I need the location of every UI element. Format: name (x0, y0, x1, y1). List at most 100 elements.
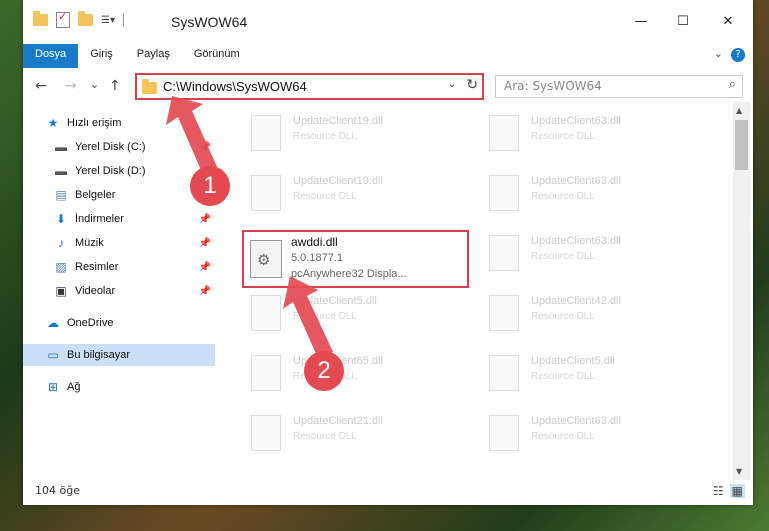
dll-file-icon (489, 235, 519, 271)
scroll-up-icon[interactable]: ▲ (736, 106, 742, 115)
tab-file[interactable]: Dosya (23, 44, 79, 68)
dll-file-icon (251, 175, 281, 211)
list-item[interactable]: UpdateClient19.dll Resource DLL (243, 167, 453, 217)
address-path[interactable]: C:\Windows\SysWOW64 (163, 79, 307, 94)
file-name: UpdateClient5.dll (293, 295, 377, 307)
sidebar-item-documents[interactable]: ▤ Belgeler 📌 (23, 184, 215, 206)
new-folder-icon[interactable] (78, 11, 93, 26)
view-buttons: ☷ ▦ (713, 484, 745, 498)
sidebar-item-downloads[interactable]: ⬇ İndirmeler 📌 (23, 208, 215, 230)
list-item[interactable]: UpdateClient63.dll Resource DLL (481, 407, 691, 457)
videos-icon: ▣ (55, 284, 67, 298)
close-button[interactable]: ✕ (713, 14, 743, 29)
file-description: Resource DLL (531, 251, 595, 262)
sidebar-item-pictures[interactable]: ▨ Resimler 📌 (23, 256, 215, 278)
pin-icon[interactable]: 📌 (199, 142, 211, 153)
sidebar-item-label: OneDrive (67, 317, 114, 329)
list-item[interactable]: UpdateClient5.dll Resource DLL (481, 347, 691, 397)
sidebar-item-network[interactable]: ⊞ Ağ (23, 376, 215, 398)
file-name: UpdateClient42.dll (531, 295, 621, 307)
step-2-badge: 2 (304, 351, 344, 391)
ribbon-tabs: Dosya Giriş Paylaş Görünüm (23, 44, 753, 68)
sidebar-item-disk-c[interactable]: ▬ Yerel Disk (C:) 📌 (23, 136, 215, 158)
sidebar-item-label: Videolar (75, 285, 116, 297)
recent-locations-button[interactable]: ⌄ (90, 78, 99, 91)
maximize-button[interactable]: ☐ (668, 14, 698, 29)
sidebar-item-label: Hızlı erişim (67, 117, 122, 129)
window-title: SysWOW64 (171, 14, 248, 30)
tab-share[interactable]: Paylaş (125, 44, 182, 68)
scroll-down-icon[interactable]: ▼ (736, 467, 742, 476)
search-box[interactable]: Ara: SysWOW64 ⌕ (495, 75, 743, 98)
file-name: UpdateClient19.dll (293, 115, 383, 127)
properties-icon[interactable] (56, 10, 70, 28)
refresh-button[interactable]: ↻ (466, 77, 478, 93)
file-name: UpdateClient21.dll (293, 415, 383, 427)
file-name: awddi.dll (291, 235, 338, 249)
dll-file-icon (489, 355, 519, 391)
sidebar-item-music[interactable]: ♪ Müzik 📌 (23, 232, 215, 254)
dll-file-icon (489, 415, 519, 451)
title-bar: ☰▾ SysWOW64 — ☐ ✕ (23, 0, 753, 44)
file-description: Resource DLL (531, 131, 595, 142)
list-item[interactable]: UpdateClient63.dll Resource DLL (481, 107, 691, 157)
file-description: pcAnywhere32 Displa... (291, 268, 407, 280)
address-dropdown-icon[interactable]: ⌄ (448, 79, 456, 90)
list-item[interactable]: UpdateClient5.dll Resource DLL (243, 287, 453, 337)
list-item[interactable]: UpdateClient65.dll Resource DLL (243, 347, 453, 397)
dll-file-icon (251, 295, 281, 331)
minimize-button[interactable]: — (626, 14, 656, 29)
expand-ribbon-icon[interactable]: ⌄ (714, 47, 723, 60)
tiles-view-icon[interactable]: ▦ (729, 484, 745, 498)
search-input[interactable]: Ara: SysWOW64 (504, 79, 602, 93)
tab-home[interactable]: Giriş (78, 44, 125, 68)
details-view-icon[interactable]: ☷ (713, 484, 724, 498)
list-item[interactable]: UpdateClient42.dll Resource DLL (481, 287, 691, 337)
address-bar[interactable]: C:\Windows\SysWOW64 ⌄ ↻ (135, 73, 484, 100)
file-description: Resource DLL (531, 311, 595, 322)
list-item[interactable]: UpdateClient63.dll Resource DLL (481, 227, 691, 277)
file-description: Resource DLL (293, 131, 357, 142)
dll-file-icon (251, 415, 281, 451)
up-button[interactable]: ↑ (109, 78, 121, 94)
tab-view[interactable]: Görünüm (182, 44, 252, 68)
drive-icon: ▬ (55, 140, 67, 154)
navigation-bar: ← → ⌄ ↑ C:\Windows\SysWOW64 ⌄ ↻ Ara: Sys… (23, 70, 753, 102)
pin-icon[interactable]: 📌 (199, 238, 211, 249)
list-item[interactable]: UpdateClient63.dll Resource DLL (481, 167, 691, 217)
pin-icon[interactable]: 📌 (199, 262, 211, 273)
back-button[interactable]: ← (35, 78, 47, 94)
step-1-badge: 1 (190, 166, 230, 206)
file-name: UpdateClient63.dll (531, 235, 621, 247)
vertical-scrollbar[interactable]: ▲ ▼ (733, 102, 750, 480)
folder-icon[interactable] (33, 11, 48, 26)
sidebar-item-label: Müzik (75, 237, 104, 249)
file-description: Resource DLL (531, 371, 595, 382)
sidebar-item-videos[interactable]: ▣ Videolar 📌 (23, 280, 215, 302)
sidebar-item-quick-access[interactable]: ★ Hızlı erişim (23, 112, 215, 134)
list-item[interactable]: UpdateClient19.dll Resource DLL (243, 107, 453, 157)
file-version: 5.0.1877.1 (291, 252, 343, 264)
file-description: Resource DLL (293, 431, 357, 442)
forward-button[interactable]: → (65, 78, 77, 94)
customize-toolbar-icon[interactable]: ☰▾ (101, 15, 115, 26)
network-icon: ⊞ (47, 380, 59, 394)
help-button[interactable]: ? (731, 48, 745, 62)
scroll-thumb[interactable] (735, 120, 748, 170)
sidebar-item-onedrive[interactable]: ☁ OneDrive (23, 312, 215, 334)
dll-file-icon (489, 295, 519, 331)
item-count: 104 öğe (35, 484, 80, 497)
navigation-pane: ★ Hızlı erişim ▬ Yerel Disk (C:) 📌 ▬ Yer… (23, 108, 215, 468)
sidebar-item-this-pc[interactable]: ▭ Bu bilgisayar (23, 344, 215, 366)
list-item[interactable]: UpdateClient21.dll Resource DLL (243, 407, 453, 457)
sidebar-item-label: Belgeler (75, 189, 116, 201)
sidebar-item-label: Ağ (67, 381, 81, 393)
toolbar-divider (122, 13, 124, 27)
music-icon: ♪ (58, 236, 64, 250)
highlighted-file-awddi[interactable]: awddi.dll 5.0.1877.1 pcAnywhere32 Displa… (242, 230, 469, 288)
pin-icon[interactable]: 📌 (199, 214, 211, 225)
pictures-icon: ▨ (55, 260, 67, 274)
pin-icon[interactable]: 📌 (199, 286, 211, 297)
cloud-icon: ☁ (47, 316, 59, 330)
sidebar-item-disk-d[interactable]: ▬ Yerel Disk (D:) (23, 160, 215, 182)
